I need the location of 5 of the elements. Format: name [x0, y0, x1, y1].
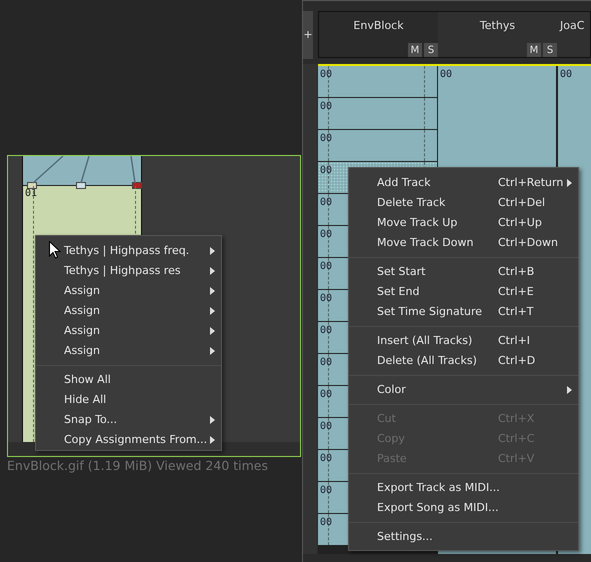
image-caption: EnvBlock.gif (1.19 MiB) Viewed 240 times [7, 457, 268, 475]
track-name: JoaC [560, 18, 584, 34]
track-label: 01 [24, 187, 38, 201]
track-name: EnvBlock [352, 18, 405, 34]
track-name: Tethys [478, 18, 516, 34]
